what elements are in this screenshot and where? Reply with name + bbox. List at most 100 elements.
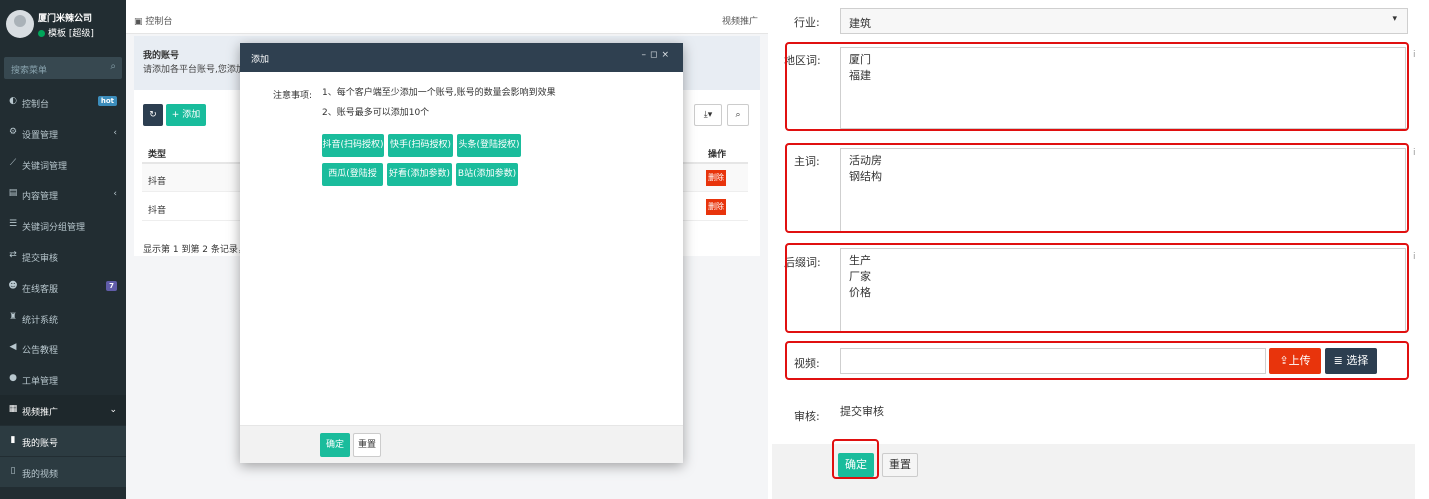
sidebar: 厦门米辣公司 模板 [超级] 搜索菜单 ⌕ ◐ 控制台 hot ⚙ 设置管理 ‹ ⟋ 关键词管… (0, 0, 126, 499)
file-outline-icon: ▯ (10, 465, 16, 476)
confirm-highlight-box (832, 439, 879, 479)
panel-title: 我的账号 (143, 51, 180, 61)
refresh-icon: ↻ (149, 110, 157, 120)
menu-search-input[interactable]: 搜索菜单 ⌕ (4, 57, 122, 79)
sidebar-item[interactable]: ◀ 公告教程 (0, 333, 126, 363)
toutiao-auth-button[interactable]: 头条(登陆授权) (457, 134, 521, 157)
sidebar-badge: hot (97, 96, 117, 106)
industry-value: 建筑 (849, 17, 871, 30)
review-value: 提交审核 (840, 405, 884, 418)
notice-line-1: 1、每个客户端至少添加一个账号,账号的数量会影响到效果 (322, 88, 556, 98)
top-bar: ▣ 控制台 视频推广 (126, 0, 768, 34)
search-icon[interactable]: ⌕ (110, 61, 116, 72)
sidebar-item-label: 在线客服 (22, 284, 59, 295)
export-icon: ⤓▾ (703, 110, 713, 120)
modal-footer: 确定 重置 (240, 425, 683, 463)
suffix-highlight-box (785, 243, 1409, 333)
file-icon: ▮ (10, 434, 16, 445)
notice-label: 注意事项: (273, 91, 313, 101)
add-button[interactable]: + 添加 (166, 104, 206, 126)
company-name: 厦门米辣公司 (38, 14, 93, 24)
col-type: 类型 (148, 150, 167, 160)
minimize-icon[interactable]: – (641, 50, 650, 60)
industry-select[interactable]: 建筑 ▾ (840, 8, 1408, 34)
bilibili-param-button[interactable]: B站(添加参数) (456, 163, 518, 186)
table-search-button[interactable]: ⌕ (727, 104, 749, 126)
industry-label: 行业: (794, 16, 820, 29)
sidebar-item[interactable]: ⚙ 设置管理 ‹ (0, 118, 126, 148)
xigua-auth-button[interactable]: 西瓜(登陆授权) (322, 163, 383, 202)
list-icon: ☰ (8, 219, 18, 230)
bullhorn-icon: ◀ (9, 342, 17, 353)
sidebar-item-label: 提交审核 (22, 254, 59, 264)
tab-video-promo[interactable]: 视频推广 (722, 14, 758, 27)
sidebar-item-label: 关键词管理 (22, 161, 68, 172)
info-mark: i (1413, 50, 1416, 60)
comment-icon: ● (9, 373, 17, 384)
users-icon: ☻ (8, 280, 18, 291)
menu-search-placeholder: 搜索菜单 (11, 66, 48, 76)
sidebar-item[interactable]: ▮ 我的账号 (0, 425, 126, 456)
review-label: 审核: (794, 410, 820, 423)
window-controls: –◻× (641, 50, 673, 60)
main-word-highlight-box (785, 143, 1409, 233)
reset-button[interactable]: 重置 (882, 453, 918, 477)
sidebar-item[interactable]: ▦ 视频推广 ⌄ (0, 395, 126, 425)
confirm-button[interactable]: 确定 (320, 433, 350, 457)
sidebar-item-label: 内容管理 (22, 192, 59, 203)
chevron-icon: ‹ (113, 127, 117, 138)
refresh-button[interactable]: ↻ (143, 104, 163, 126)
film-icon: ▦ (8, 404, 18, 414)
table-footer: 显示第 1 到第 2 条记录，总共 2 条记录 (143, 245, 247, 255)
modal-title: 添加 (251, 55, 270, 65)
line-chart-icon: ⟋ (9, 157, 17, 168)
maximize-icon[interactable]: ◻ (650, 50, 661, 60)
sidebar-item-label: 工单管理 (22, 377, 59, 388)
sidebar-item-label: 控制台 (22, 100, 50, 110)
row-type: 抖音 (148, 177, 167, 187)
export-button[interactable]: ⤓▾ (694, 104, 722, 126)
user-status-text: 模板 [超级] (48, 29, 94, 39)
kuaishou-auth-button[interactable]: 快手(扫码授权) (388, 134, 453, 157)
online-dot-icon (38, 30, 45, 37)
breadcrumb[interactable]: ▣ 控制台 (134, 14, 172, 27)
info-mark: i (1413, 252, 1416, 262)
caret-down-icon: ▾ (1392, 14, 1397, 24)
reset-button[interactable]: 重置 (353, 433, 381, 457)
dashboard-icon: ◐ (9, 96, 17, 106)
sidebar-item[interactable]: ⟋ 关键词管理 (0, 149, 126, 179)
sidebar-item[interactable]: ▤ 内容管理 ‹ (0, 179, 126, 209)
sidebar-item[interactable]: ☻ 在线客服 7 (0, 272, 126, 302)
sidebar-item-label: 视频推广 (22, 408, 59, 418)
admin-panel: 厦门米辣公司 模板 [超级] 搜索菜单 ⌕ ◐ 控制台 hot ⚙ 设置管理 ‹ ⟋ 关键词管… (0, 0, 768, 499)
sidebar-item[interactable]: ● 工单管理 (0, 364, 126, 394)
region-highlight-box (785, 42, 1409, 131)
video-form: 行业: 建筑 ▾ 地区词: 厦门 福建 i 主词: 活动房 钢结构 i 后缀词:… (772, 0, 1429, 499)
chevron-icon: ⌄ (109, 405, 117, 415)
avatar (6, 10, 34, 38)
sidebar-item-label: 公告教程 (22, 346, 59, 357)
sidebar-item[interactable]: ☰ 关键词分组管理 (0, 210, 126, 240)
gears-icon: ⚙ (8, 126, 18, 137)
sidebar-item-label: 设置管理 (22, 130, 59, 141)
sidebar-item[interactable]: ⇄ 提交审核 (0, 241, 126, 271)
close-icon[interactable]: × (661, 50, 673, 60)
stats-icon: ♜ (8, 311, 18, 322)
user-status: 模板 [超级] (38, 26, 94, 39)
sidebar-item-label: 关键词分组管理 (22, 223, 86, 234)
sidebar-item[interactable]: ◐ 控制台 hot (0, 87, 126, 117)
delete-button[interactable]: 删除 (706, 170, 726, 186)
add-account-modal: 添加 –◻× 注意事项: 1、每个客户端至少添加一个账号,账号的数量会影响到效果… (240, 43, 683, 463)
sidebar-item-label: 我的视频 (22, 469, 59, 480)
sidebar-item-label: 统计系统 (22, 315, 59, 326)
sidebar-item[interactable]: ♜ 统计系统 (0, 303, 126, 333)
row-type: 抖音 (148, 206, 167, 216)
col-action: 操作 (707, 150, 726, 160)
modal-header: 添加 –◻× (240, 43, 683, 72)
sidebar-item[interactable]: ▯ 我的视频 (0, 456, 126, 487)
douyin-auth-button[interactable]: 抖音(扫码授权) (322, 134, 384, 157)
info-mark: i (1413, 148, 1416, 158)
panel-desc: 请添加各平台账号,您添加的账号 (143, 65, 251, 75)
haokan-param-button[interactable]: 好看(添加参数) (387, 163, 452, 186)
delete-button[interactable]: 删除 (706, 199, 726, 215)
